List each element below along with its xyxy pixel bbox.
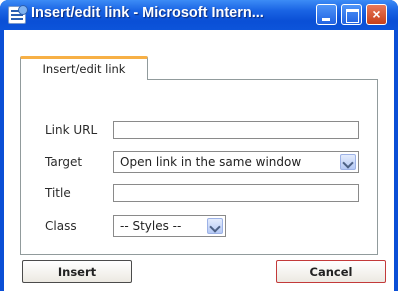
chevron-down-icon[interactable] — [340, 154, 356, 170]
cancel-button[interactable]: Cancel — [276, 260, 386, 283]
close-button[interactable]: × — [366, 4, 387, 25]
minimize-button[interactable] — [316, 4, 337, 25]
document-window-icon — [8, 5, 28, 24]
link-url-label: Link URL — [45, 123, 98, 137]
chevron-down-icon[interactable] — [207, 218, 223, 234]
tab-panel: Link URL Target Open link in the same wi… — [20, 79, 378, 255]
class-label: Class — [45, 219, 77, 233]
title-label: Title — [45, 186, 71, 200]
tab-insert-edit-link[interactable]: Insert/edit link — [20, 56, 148, 80]
target-select-value: Open link in the same window — [120, 155, 302, 169]
close-icon: × — [372, 6, 381, 22]
class-select-value: -- Styles -- — [120, 219, 182, 233]
window-title: Insert/edit link - Microsoft Intern... — [31, 5, 264, 21]
maximize-button[interactable] — [341, 4, 362, 25]
title-bar[interactable]: Insert/edit link - Microsoft Intern... × — [0, 0, 398, 30]
link-url-input[interactable] — [113, 121, 359, 139]
class-select[interactable]: -- Styles -- — [113, 215, 226, 237]
tab-label: Insert/edit link — [42, 62, 126, 76]
insert-button[interactable]: Insert — [22, 260, 132, 283]
title-input[interactable] — [113, 184, 359, 202]
dialog-body: Insert/edit link Link URL Target Open li… — [4, 30, 394, 291]
target-select[interactable]: Open link in the same window — [113, 151, 359, 173]
dialog-window: Insert/edit link - Microsoft Intern... ×… — [0, 0, 398, 291]
target-label: Target — [45, 155, 83, 169]
